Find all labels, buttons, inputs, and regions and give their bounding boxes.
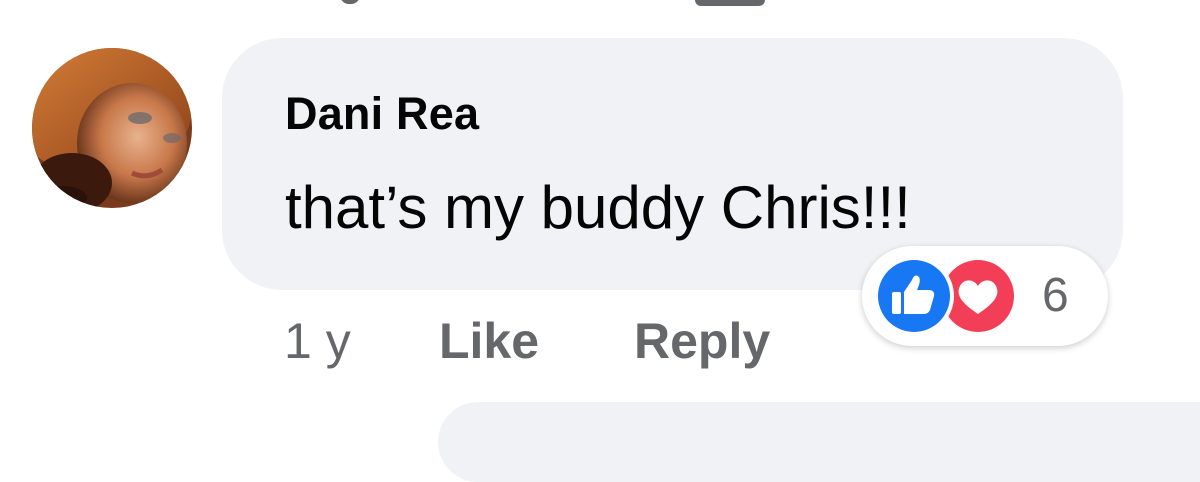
previous-comment-actions bbox=[285, 0, 805, 10]
comment-text: that’s my buddy Chris!!! bbox=[285, 174, 911, 241]
avatar[interactable] bbox=[32, 48, 192, 208]
reaction-summary[interactable]: 6 bbox=[862, 246, 1108, 346]
reply-button[interactable]: Reply bbox=[634, 312, 770, 370]
avatar-image bbox=[32, 48, 192, 208]
previous-time-fragment bbox=[340, 0, 360, 4]
reaction-count: 6 bbox=[1042, 269, 1069, 322]
like-reaction-icon bbox=[872, 254, 956, 338]
next-comment-bubble bbox=[438, 402, 1200, 482]
previous-reply-fragment bbox=[695, 0, 765, 6]
like-button[interactable]: Like bbox=[439, 312, 539, 370]
comment-timestamp[interactable]: 1 y bbox=[284, 312, 351, 370]
like-icon bbox=[874, 256, 954, 336]
comment-author[interactable]: Dani Rea bbox=[285, 88, 479, 140]
